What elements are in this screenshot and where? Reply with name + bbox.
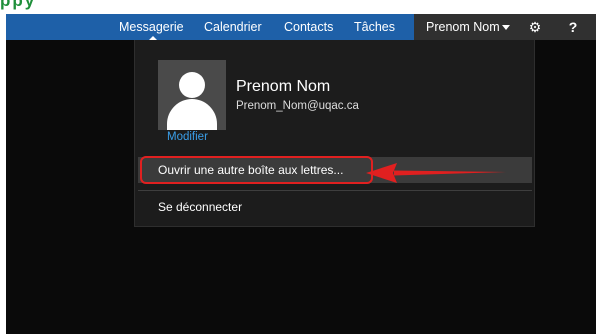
avatar-head bbox=[179, 72, 205, 98]
user-menu-label: Prenom Nom bbox=[426, 20, 500, 34]
profile-email: Prenom_Nom@uqac.ca bbox=[236, 100, 359, 112]
menu-divider bbox=[138, 190, 532, 191]
highlight-annotation-box bbox=[140, 156, 373, 184]
logout-item[interactable]: Se déconnecter bbox=[158, 200, 242, 214]
gear-icon[interactable]: ⚙ bbox=[520, 14, 550, 40]
brand-logo-fragment: ppy bbox=[0, 0, 37, 10]
help-button[interactable]: ? bbox=[550, 14, 596, 40]
profile-name: Prenom Nom bbox=[236, 78, 331, 95]
user-menu-button[interactable]: Prenom Nom bbox=[414, 14, 520, 40]
top-strip bbox=[0, 0, 596, 14]
chevron-down-icon bbox=[502, 25, 510, 30]
nav-item-contacts[interactable]: Contacts bbox=[284, 14, 333, 40]
user-silhouette-icon[interactable] bbox=[158, 60, 226, 130]
nav-item-calendrier[interactable]: Calendrier bbox=[204, 14, 262, 40]
modify-photo-link[interactable]: Modifier bbox=[167, 131, 208, 143]
avatar-body bbox=[167, 99, 217, 130]
nav-item-taches[interactable]: Tâches bbox=[354, 14, 395, 40]
